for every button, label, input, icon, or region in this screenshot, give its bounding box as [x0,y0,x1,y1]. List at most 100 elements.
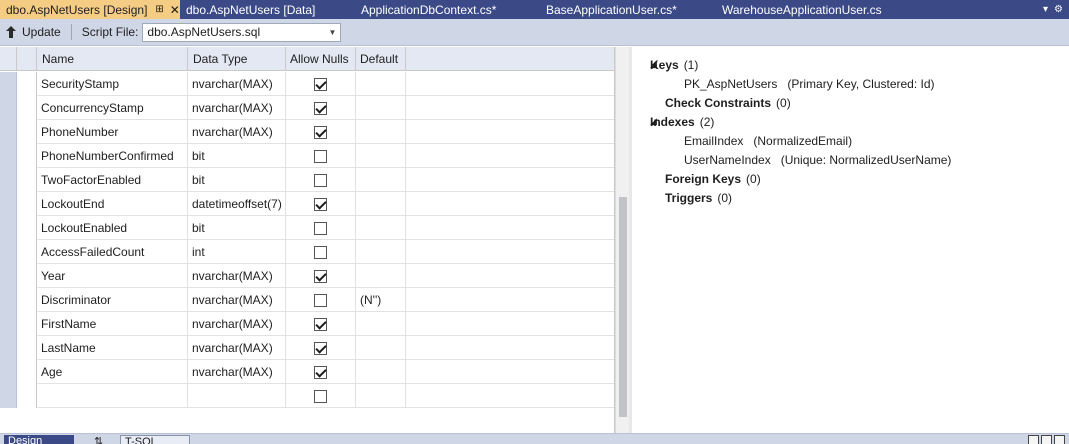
data-type-cell[interactable]: bit [188,168,286,192]
default-cell[interactable] [356,168,406,192]
allow-nulls-checkbox[interactable] [314,365,327,379]
tab-warehouseapplicationuser[interactable]: WarehouseApplicationUser.cs [716,0,916,19]
table-row[interactable]: FirstName nvarchar(MAX) [0,312,614,336]
data-type-cell[interactable]: nvarchar(MAX) [188,120,286,144]
allow-nulls-checkbox[interactable] [314,317,327,331]
table-row[interactable]: LockoutEnd datetimeoffset(7) [0,192,614,216]
data-type-cell[interactable]: nvarchar(MAX) [188,360,286,384]
table-row[interactable]: Age nvarchar(MAX) [0,360,614,384]
index-item[interactable]: EmailIndex (NormalizedEmail) [632,131,1069,150]
row-selector[interactable] [0,384,37,408]
default-cell[interactable] [356,312,406,336]
design-tab[interactable]: Design [4,435,74,444]
close-icon[interactable]: ✕ [170,3,180,17]
row-selector[interactable] [0,216,37,240]
header-name[interactable]: Name [37,47,188,71]
default-cell[interactable] [356,192,406,216]
row-selector[interactable] [0,312,37,336]
column-name-cell[interactable]: Age [37,360,188,384]
tsql-tab[interactable]: T-SQL [120,435,190,444]
row-selector[interactable] [0,240,37,264]
tab-baseapplicationuser[interactable]: BaseApplicationUser.cs* [540,0,716,19]
header-data-type[interactable]: Data Type [188,47,286,71]
tab-aspnetusers-data[interactable]: dbo.AspNetUsers [Data] [180,0,355,19]
default-cell[interactable] [356,96,406,120]
index-item[interactable]: UserNameIndex (Unique: NormalizedUserNam… [632,150,1069,169]
allow-nulls-checkbox[interactable] [314,101,327,115]
data-type-cell[interactable]: nvarchar(MAX) [188,288,286,312]
allow-nulls-checkbox[interactable] [314,149,327,163]
data-type-cell[interactable] [188,384,286,408]
dropdown-icon[interactable]: ▾ [1043,4,1048,15]
table-row[interactable]: SecurityStamp nvarchar(MAX) [0,72,614,96]
collapse-pane-icon[interactable] [1054,435,1065,444]
table-row[interactable]: TwoFactorEnabled bit [0,168,614,192]
table-row[interactable]: Year nvarchar(MAX) [0,264,614,288]
update-button[interactable]: Update [0,22,67,43]
table-row[interactable]: LastName nvarchar(MAX) [0,336,614,360]
row-selector[interactable] [0,96,37,120]
key-item[interactable]: PK_AspNetUsers (Primary Key, Clustered: … [632,74,1069,93]
row-selector[interactable] [0,288,37,312]
default-cell[interactable]: (N'') [356,288,406,312]
default-cell[interactable] [356,336,406,360]
horizontal-split-icon[interactable] [1028,435,1039,444]
scrollbar-thumb[interactable] [619,197,627,417]
column-name-cell[interactable]: LockoutEnd [37,192,188,216]
vertical-split-icon[interactable] [1041,435,1052,444]
vertical-scrollbar[interactable] [615,47,629,433]
tab-aspnetusers-design[interactable]: dbo.AspNetUsers [Design] ⊞ ✕ [0,0,180,19]
row-selector[interactable] [0,336,37,360]
table-row[interactable]: PhoneNumber nvarchar(MAX) [0,120,614,144]
column-name-cell[interactable]: PhoneNumberConfirmed [37,144,188,168]
column-name-cell[interactable]: LockoutEnabled [37,216,188,240]
header-allow-nulls[interactable]: Allow Nulls [286,47,356,71]
allow-nulls-checkbox[interactable] [314,245,327,259]
allow-nulls-checkbox[interactable] [314,389,327,403]
foreign-keys-node[interactable]: Foreign Keys (0) [632,169,1069,188]
check-constraints-node[interactable]: Check Constraints (0) [632,93,1069,112]
allow-nulls-checkbox[interactable] [314,269,327,283]
default-cell[interactable] [356,120,406,144]
select-all-header[interactable] [0,47,37,71]
script-file-dropdown[interactable]: dbo.AspNetUsers.sql ▼ [142,22,342,42]
row-selector[interactable] [0,360,37,384]
row-selector[interactable] [0,144,37,168]
allow-nulls-checkbox[interactable] [314,293,327,307]
table-row[interactable]: AccessFailedCount int [0,240,614,264]
table-row[interactable]: LockoutEnabled bit [0,216,614,240]
default-cell[interactable] [356,360,406,384]
tab-applicationdbcontext[interactable]: ApplicationDbContext.cs* [355,0,540,19]
header-default[interactable]: Default [356,47,406,71]
row-selector[interactable] [0,264,37,288]
data-type-cell[interactable]: bit [188,216,286,240]
data-type-cell[interactable]: nvarchar(MAX) [188,264,286,288]
gear-icon[interactable]: ⚙ [1054,4,1063,15]
data-type-cell[interactable]: nvarchar(MAX) [188,72,286,96]
column-name-cell[interactable]: LastName [37,336,188,360]
column-name-cell[interactable]: PhoneNumber [37,120,188,144]
row-selector[interactable] [0,120,37,144]
allow-nulls-checkbox[interactable] [314,125,327,139]
column-name-cell[interactable]: Discriminator [37,288,188,312]
column-name-cell[interactable] [37,384,188,408]
data-type-cell[interactable]: bit [188,144,286,168]
triggers-node[interactable]: Triggers (0) [632,188,1069,207]
allow-nulls-checkbox[interactable] [314,221,327,235]
row-selector[interactable] [0,72,37,96]
row-selector[interactable] [0,168,37,192]
table-row[interactable]: ConcurrencyStamp nvarchar(MAX) [0,96,614,120]
default-cell[interactable] [356,384,406,408]
allow-nulls-checkbox[interactable] [314,77,327,91]
allow-nulls-checkbox[interactable] [314,173,327,187]
allow-nulls-checkbox[interactable] [314,197,327,211]
allow-nulls-checkbox[interactable] [314,341,327,355]
data-type-cell[interactable]: nvarchar(MAX) [188,96,286,120]
swap-panes-button[interactable]: ⇅ [90,435,107,444]
indexes-node[interactable]: ◢ Indexes (2) [632,112,1069,131]
column-name-cell[interactable]: SecurityStamp [37,72,188,96]
column-name-cell[interactable]: ConcurrencyStamp [37,96,188,120]
column-name-cell[interactable]: AccessFailedCount [37,240,188,264]
expanded-triangle-icon[interactable]: ◢ [632,116,657,127]
row-selector[interactable] [0,192,37,216]
